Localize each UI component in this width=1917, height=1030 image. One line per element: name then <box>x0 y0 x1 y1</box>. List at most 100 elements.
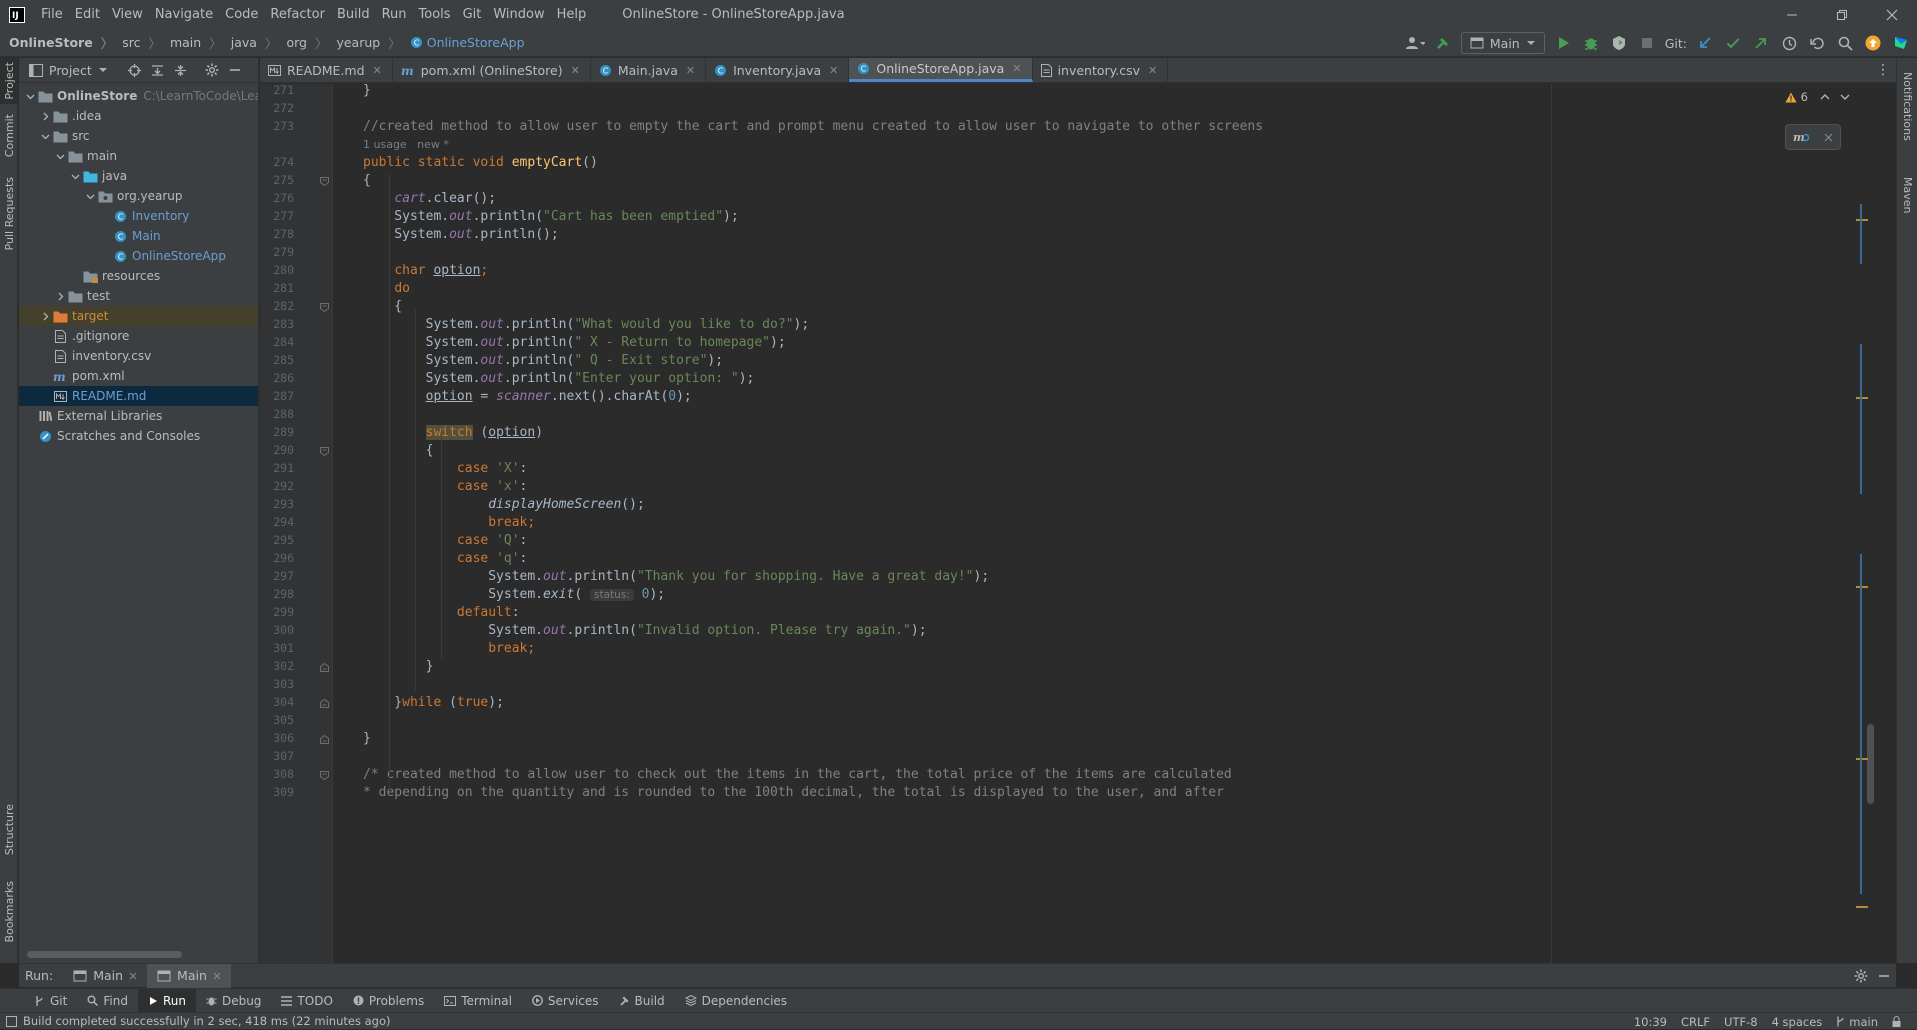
close-icon[interactable] <box>1824 133 1833 142</box>
menu-file[interactable]: File <box>35 0 69 29</box>
tool-window-commit[interactable]: Commit <box>0 112 18 160</box>
tree-node-pom-xml[interactable]: m pom.xml <box>19 366 258 386</box>
maven-reload-icon[interactable]: m <box>1793 130 1810 144</box>
warning-marker[interactable] <box>1856 906 1868 908</box>
line-number[interactable]: 272 <box>260 101 294 115</box>
chevron-down-icon[interactable] <box>38 132 52 141</box>
tree-node-readme-md[interactable]: README.md <box>19 386 258 406</box>
close-tab-icon[interactable]: ✕ <box>1012 62 1021 75</box>
menu-help[interactable]: Help <box>551 0 593 29</box>
tree-node-onlinestore[interactable]: OnlineStoreC:\LearnToCode\LearnToC <box>19 86 258 106</box>
code-line[interactable]: option = scanner.next().charAt(0); <box>363 386 692 408</box>
chevron-down-icon[interactable] <box>1840 93 1850 101</box>
tab-actions-icon[interactable]: ⋮ <box>1876 62 1890 78</box>
tree-node-scratches-and-consoles[interactable]: Scratches and Consoles <box>19 426 258 446</box>
line-number[interactable]: 303 <box>260 677 294 691</box>
run-button[interactable] <box>1553 33 1573 53</box>
warning-marker[interactable] <box>1856 397 1868 399</box>
run-settings-button[interactable] <box>1854 969 1868 983</box>
menu-git[interactable]: Git <box>457 0 488 29</box>
line-number[interactable]: 301 <box>260 641 294 655</box>
tool-tab-dependencies[interactable]: Dependencies <box>675 989 797 1013</box>
line-number[interactable]: 293 <box>260 497 294 511</box>
tool-tab-find[interactable]: Find <box>77 989 138 1013</box>
line-number[interactable]: 281 <box>260 281 294 295</box>
git-push-button[interactable] <box>1751 33 1771 53</box>
menu-window[interactable]: Window <box>487 0 550 29</box>
code-line[interactable]: } <box>363 84 371 102</box>
line-number[interactable]: 273 <box>260 119 294 133</box>
collapse-all-icon[interactable] <box>174 64 187 77</box>
tree-node-main[interactable]: C Main <box>19 226 258 246</box>
editor-tab-readme-md[interactable]: README.md ✕ <box>260 58 393 82</box>
tool-window-maven[interactable]: Maven <box>1897 170 1917 220</box>
line-number[interactable]: 304 <box>260 695 294 709</box>
git-rollback-button[interactable] <box>1807 33 1827 53</box>
chevron-down-icon[interactable] <box>68 172 82 181</box>
line-number[interactable]: 287 <box>260 389 294 403</box>
hide-panel-icon[interactable] <box>229 64 241 76</box>
tree-node-idea[interactable]: .idea <box>19 106 258 126</box>
menu-code[interactable]: Code <box>219 0 264 29</box>
gear-icon[interactable] <box>205 63 219 77</box>
breadcrumb-onlinestoreapp[interactable]: C OnlineStoreApp <box>401 35 525 50</box>
line-number[interactable]: 284 <box>260 335 294 349</box>
line-number[interactable]: 278 <box>260 227 294 241</box>
editor-tab-inventory-csv[interactable]: inventory.csv ✕ <box>1033 58 1169 82</box>
tree-node-test[interactable]: test <box>19 286 258 306</box>
warning-marker[interactable] <box>1856 219 1868 221</box>
line-number[interactable]: 271 <box>260 84 294 97</box>
breadcrumb-java[interactable]: java 〉 <box>222 33 278 52</box>
line-number[interactable]: 279 <box>260 245 294 259</box>
tree-node-src[interactable]: src <box>19 126 258 146</box>
code-line[interactable]: } <box>363 728 371 750</box>
line-number[interactable]: 298 <box>260 587 294 601</box>
close-tab-icon[interactable]: ✕ <box>373 64 382 77</box>
stop-button[interactable] <box>1637 33 1657 53</box>
tool-window-notifications[interactable]: Notifications <box>1897 62 1917 150</box>
line-number[interactable]: 290 <box>260 443 294 457</box>
chevron-right-icon[interactable] <box>38 112 52 121</box>
editor-tab-pom-xml[interactable]: m pom.xml (OnlineStore) ✕ <box>393 58 591 82</box>
line-number[interactable]: 291 <box>260 461 294 475</box>
chevron-down-icon[interactable] <box>83 192 97 201</box>
line-number[interactable]: 282 <box>260 299 294 313</box>
tool-window-pull-requests[interactable]: Pull Requests <box>0 174 18 254</box>
menu-tools[interactable]: Tools <box>413 0 457 29</box>
git-branch-widget[interactable]: main <box>1836 1015 1878 1029</box>
editor-vertical-scrollbar[interactable] <box>1856 84 1876 963</box>
tool-tab-problems[interactable]: Problems <box>343 989 434 1013</box>
locate-icon[interactable] <box>127 63 141 77</box>
user-account-button[interactable] <box>1405 33 1425 53</box>
tool-window-structure[interactable]: Structure <box>0 800 18 860</box>
close-tab-icon[interactable]: ✕ <box>571 64 580 77</box>
restore-button[interactable] <box>1817 0 1867 29</box>
code-line[interactable]: System.out.println(); <box>363 224 558 246</box>
tool-tab-debug[interactable]: Debug <box>196 989 271 1013</box>
close-tab-icon[interactable]: ✕ <box>829 64 838 77</box>
git-history-button[interactable] <box>1779 33 1799 53</box>
inspection-widget[interactable]: 6 <box>1785 90 1850 104</box>
tool-window-project[interactable]: Project <box>0 58 18 104</box>
build-project-button[interactable] <box>1433 33 1453 53</box>
tree-node-inventory[interactable]: C Inventory <box>19 206 258 226</box>
run-tab-main-2[interactable]: Main <box>147 963 231 988</box>
line-number[interactable]: 300 <box>260 623 294 637</box>
status-message[interactable]: Build completed successfully in 2 sec, 4… <box>23 1014 390 1028</box>
tree-node-main[interactable]: main <box>19 146 258 166</box>
menu-edit[interactable]: Edit <box>69 0 106 29</box>
code-area[interactable]: } //created method to allow user to empty… <box>363 84 1853 963</box>
breadcrumb-yearup[interactable]: yearup 〉 <box>327 33 400 52</box>
ide-updates-button[interactable] <box>1863 33 1883 53</box>
line-number[interactable]: 296 <box>260 551 294 565</box>
line-number[interactable]: 283 <box>260 317 294 331</box>
fold-marker-icon[interactable] <box>320 447 329 456</box>
line-number[interactable]: 308 <box>260 767 294 781</box>
breadcrumb-org[interactable]: org 〉 <box>277 33 327 52</box>
indent-settings[interactable]: 4 spaces <box>1772 1015 1823 1029</box>
line-number[interactable]: 307 <box>260 749 294 763</box>
line-number[interactable]: 276 <box>260 191 294 205</box>
close-tab-icon[interactable]: ✕ <box>686 64 695 77</box>
expand-all-icon[interactable] <box>151 64 164 77</box>
fold-marker-icon[interactable] <box>320 699 329 708</box>
